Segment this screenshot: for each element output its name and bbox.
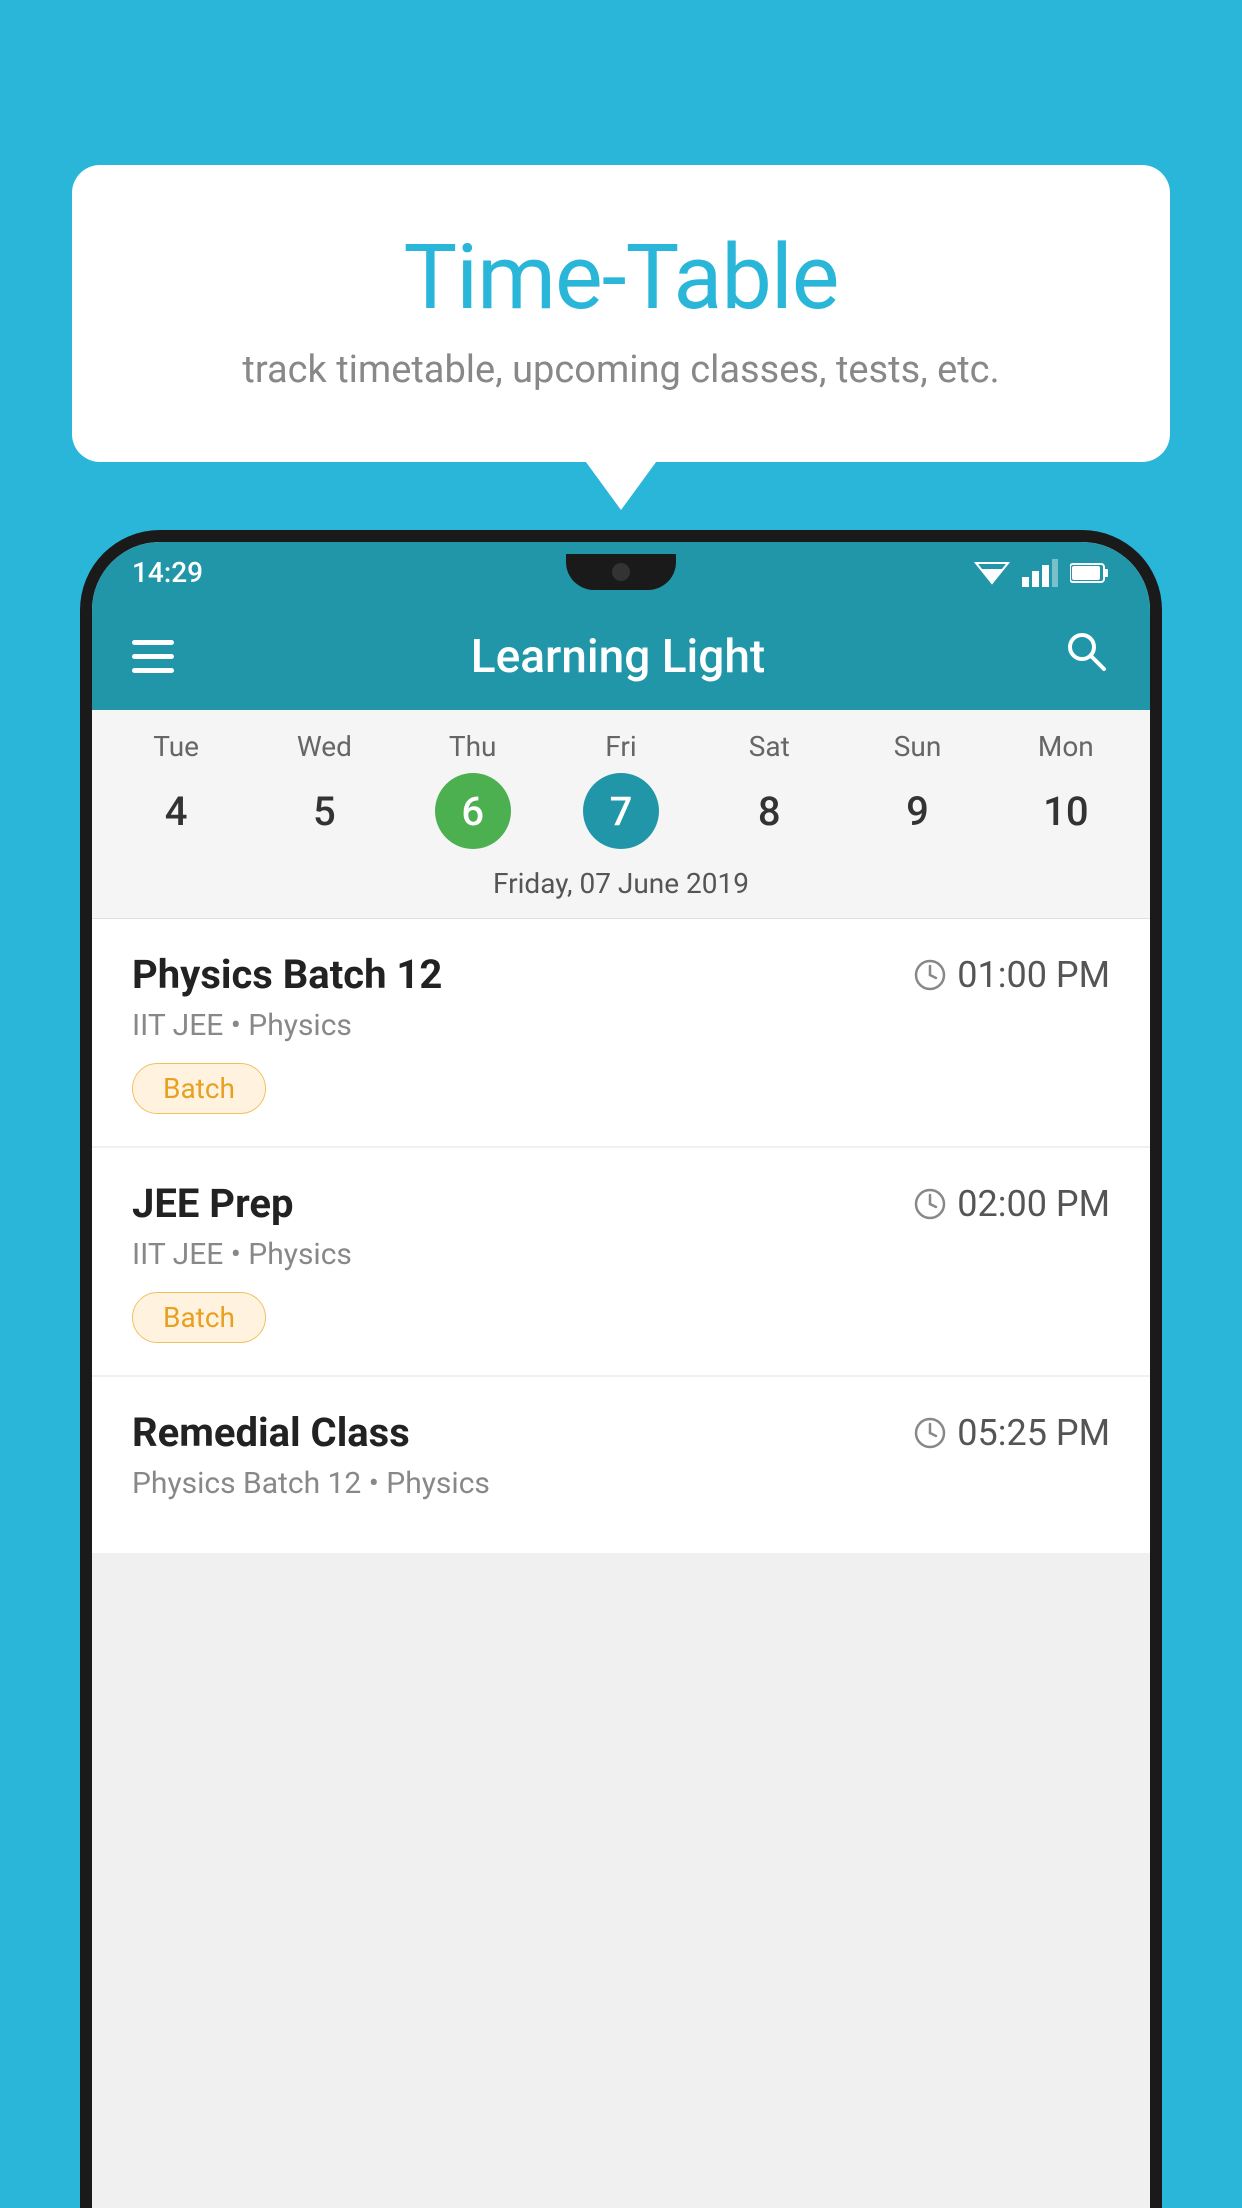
tooltip-subtitle: track timetable, upcoming classes, tests…	[142, 348, 1100, 392]
day-name-label: Mon	[1038, 730, 1094, 763]
day-number[interactable]: 9	[880, 773, 956, 849]
day-number[interactable]: 6	[435, 773, 511, 849]
status-icons	[974, 559, 1110, 587]
schedule-item[interactable]: Remedial Class 05:25 PM Physics Batch 12 •…	[92, 1377, 1150, 1553]
day-number[interactable]: 8	[731, 773, 807, 849]
status-time: 14:29	[132, 556, 203, 589]
wifi-icon	[974, 559, 1010, 587]
calendar-day-col[interactable]: Tue 4	[111, 730, 241, 849]
day-name-label: Fri	[605, 730, 636, 763]
signal-icon	[1022, 559, 1058, 587]
schedule-subtitle: IIT JEE • Physics	[132, 1237, 1110, 1272]
schedule-title: Physics Batch 12	[132, 951, 442, 998]
tooltip-title: Time-Table	[142, 225, 1100, 330]
schedule-list[interactable]: Physics Batch 12 01:00 PM IIT JEE • Physic…	[92, 919, 1150, 2208]
schedule-time-text: 01:00 PM	[957, 954, 1110, 996]
phone-inner: 14:29	[92, 542, 1150, 2208]
calendar-day-col[interactable]: Sun 9	[853, 730, 983, 849]
schedule-subtitle: Physics Batch 12 • Physics	[132, 1466, 1110, 1501]
schedule-time-text: 02:00 PM	[957, 1183, 1110, 1225]
schedule-item-header: Physics Batch 12 01:00 PM	[132, 951, 1110, 998]
schedule-item[interactable]: Physics Batch 12 01:00 PM IIT JEE • Physic…	[92, 919, 1150, 1146]
schedule-time-text: 05:25 PM	[957, 1412, 1110, 1454]
phone-frame: 14:29	[80, 530, 1162, 2208]
schedule-time: 02:00 PM	[913, 1183, 1110, 1225]
hamburger-line	[132, 640, 174, 645]
search-button[interactable]	[1062, 627, 1110, 686]
day-name-label: Sat	[749, 730, 790, 763]
schedule-subtitle: IIT JEE • Physics	[132, 1008, 1110, 1043]
calendar-day-col[interactable]: Mon 10	[1001, 730, 1131, 849]
clock-icon	[913, 1187, 947, 1221]
schedule-time: 05:25 PM	[913, 1412, 1110, 1454]
schedule-item-header: JEE Prep 02:00 PM	[132, 1180, 1110, 1227]
calendar-date-label: Friday, 07 June 2019	[92, 849, 1150, 919]
schedule-title: Remedial Class	[132, 1409, 410, 1456]
schedule-item[interactable]: JEE Prep 02:00 PM IIT JEE • Physics Batch	[92, 1148, 1150, 1375]
day-headers: Tue 4 Wed 5 Thu 6 Fri 7 Sat 8 Sun 9 Mon 10	[92, 730, 1150, 849]
calendar-day-col[interactable]: Fri 7	[556, 730, 686, 849]
schedule-item-header: Remedial Class 05:25 PM	[132, 1409, 1110, 1456]
calendar-strip: Tue 4 Wed 5 Thu 6 Fri 7 Sat 8 Sun 9 Mon 10 Friday, 07…	[92, 710, 1150, 919]
phone-notch	[566, 554, 676, 590]
app-bar-title: Learning Light	[471, 630, 766, 684]
camera-dot	[612, 563, 630, 581]
day-name-label: Thu	[449, 730, 497, 763]
tooltip-card: Time-Table track timetable, upcoming cla…	[72, 165, 1170, 462]
batch-tag: Batch	[132, 1292, 266, 1343]
calendar-day-col[interactable]: Thu 6	[408, 730, 538, 849]
battery-icon	[1070, 562, 1110, 584]
day-number[interactable]: 10	[1028, 773, 1104, 849]
day-name-label: Tue	[153, 730, 199, 763]
clock-icon	[913, 958, 947, 992]
batch-tag: Batch	[132, 1063, 266, 1114]
clock-icon	[913, 1416, 947, 1450]
app-bar: Learning Light	[92, 603, 1150, 710]
hamburger-line	[132, 668, 174, 673]
day-name-label: Sun	[894, 730, 942, 763]
calendar-day-col[interactable]: Wed 5	[259, 730, 389, 849]
day-name-label: Wed	[297, 730, 352, 763]
day-number[interactable]: 5	[286, 773, 362, 849]
hamburger-line	[132, 654, 174, 659]
calendar-day-col[interactable]: Sat 8	[704, 730, 834, 849]
status-bar: 14:29	[92, 542, 1150, 603]
hamburger-menu-icon[interactable]	[132, 640, 174, 673]
schedule-title: JEE Prep	[132, 1180, 293, 1227]
day-number[interactable]: 4	[138, 773, 214, 849]
schedule-time: 01:00 PM	[913, 954, 1110, 996]
day-number[interactable]: 7	[583, 773, 659, 849]
